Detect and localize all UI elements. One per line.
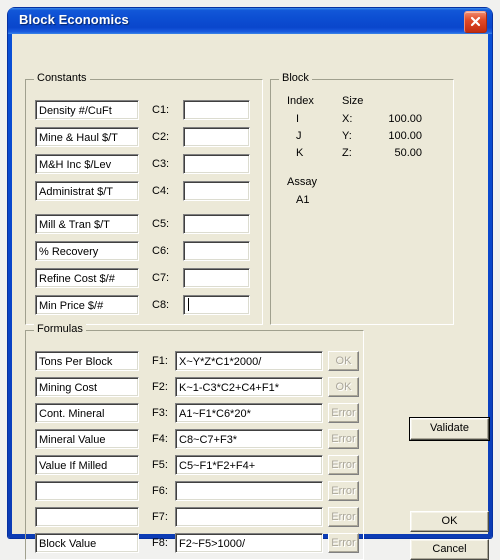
constant-label-6: C6: <box>152 245 170 257</box>
block-size-z: 50.00 <box>394 147 422 159</box>
formula-name-field-1[interactable]: Tons Per Block <box>35 351 139 371</box>
constant-label-7: C7: <box>152 272 170 284</box>
block-size-x: 100.00 <box>388 113 422 125</box>
constant-label-2: C2: <box>152 131 170 143</box>
text-caret <box>188 298 189 311</box>
constant-value-input-c4[interactable] <box>183 181 250 201</box>
constant-label-3: C3: <box>152 158 170 170</box>
formula-status-button-f8[interactable]: Error <box>328 533 359 553</box>
constant-value-input-c3[interactable] <box>183 154 250 174</box>
constant-name-field-2[interactable]: Mine & Haul $/T <box>35 127 139 147</box>
constant-value-input-c7[interactable] <box>183 268 250 288</box>
block-index-k: K <box>296 147 304 159</box>
formula-name-field-7[interactable] <box>35 507 139 527</box>
formula-status-button-f2[interactable]: OK <box>328 377 359 397</box>
block-assay-value: A1 <box>296 194 310 206</box>
formula-name-field-4[interactable]: Mineral Value <box>35 429 139 449</box>
formula-status-button-f1[interactable]: OK <box>328 351 359 371</box>
block-axis-x: X: <box>342 113 353 125</box>
dialog-window: Block Economics Constants Density #/CuFt… <box>8 8 492 560</box>
constant-value-input-c6[interactable] <box>183 241 250 261</box>
constant-name-field-7[interactable]: Refine Cost $/# <box>35 268 139 288</box>
constant-name-field-4[interactable]: Administrat $/T <box>35 181 139 201</box>
formula-expression-input-f8[interactable]: F2~F5>1000/ <box>175 533 323 553</box>
ok-button[interactable]: OK <box>410 511 489 532</box>
constant-name-field-5[interactable]: Mill & Tran $/T <box>35 214 139 234</box>
constant-value-input-c8[interactable] <box>183 295 250 315</box>
cancel-button[interactable]: Cancel <box>410 539 489 560</box>
formulas-group-label: Formulas <box>34 324 86 335</box>
formula-name-field-5[interactable]: Value If Milled <box>35 455 139 475</box>
constant-label-8: C8: <box>152 299 170 311</box>
formula-name-field-6[interactable] <box>35 481 139 501</box>
constants-group-label: Constants <box>34 73 90 84</box>
formula-expression-input-f7[interactable] <box>175 507 323 527</box>
block-index-header: Index <box>287 95 314 107</box>
formula-expression-input-f3[interactable]: A1~F1*C6*20* <box>175 403 323 423</box>
constant-label-1: C1: <box>152 104 170 116</box>
constant-value-input-c2[interactable] <box>183 127 250 147</box>
constant-label-5: C5: <box>152 218 170 230</box>
formula-name-field-2[interactable]: Mining Cost <box>35 377 139 397</box>
formula-name-field-3[interactable]: Cont. Mineral <box>35 403 139 423</box>
formula-expression-input-f1[interactable]: X~Y*Z*C1*2000/ <box>175 351 323 371</box>
formula-status-button-f7[interactable]: Error <box>328 507 359 527</box>
block-axis-y: Y: <box>342 130 352 142</box>
block-group-label: Block <box>279 73 312 84</box>
formula-status-button-f4[interactable]: Error <box>328 429 359 449</box>
formula-status-button-f5[interactable]: Error <box>328 455 359 475</box>
block-assay-header: Assay <box>287 176 317 188</box>
constant-name-field-6[interactable]: % Recovery <box>35 241 139 261</box>
constant-label-4: C4: <box>152 185 170 197</box>
formula-expression-input-f5[interactable]: C5~F1*F2+F4+ <box>175 455 323 475</box>
block-size-y: 100.00 <box>388 130 422 142</box>
block-index-j: J <box>296 130 302 142</box>
formula-name-field-8[interactable]: Block Value <box>35 533 139 553</box>
close-icon[interactable] <box>464 11 487 33</box>
constant-value-input-c1[interactable] <box>183 100 250 120</box>
formula-status-button-f3[interactable]: Error <box>328 403 359 423</box>
validate-button[interactable]: Validate <box>409 417 490 441</box>
title-bar[interactable]: Block Economics <box>8 8 492 34</box>
formula-status-button-f6[interactable]: Error <box>328 481 359 501</box>
formula-expression-input-f6[interactable] <box>175 481 323 501</box>
window-title: Block Economics <box>19 12 129 27</box>
dialog-client-area: Constants Density #/CuFt C1: Mine & Haul… <box>12 34 490 560</box>
constant-value-input-c5[interactable] <box>183 214 250 234</box>
formula-expression-input-f2[interactable]: K~1-C3*C2+C4+F1* <box>175 377 323 397</box>
constant-name-field-8[interactable]: Min Price $/# <box>35 295 139 315</box>
constant-name-field-1[interactable]: Density #/CuFt <box>35 100 139 120</box>
constant-name-field-3[interactable]: M&H Inc $/Lev <box>35 154 139 174</box>
block-index-i: I <box>296 113 300 125</box>
formula-expression-input-f4[interactable]: C8~C7+F3* <box>175 429 323 449</box>
block-size-header: Size <box>342 95 364 107</box>
block-axis-z: Z: <box>342 147 352 159</box>
